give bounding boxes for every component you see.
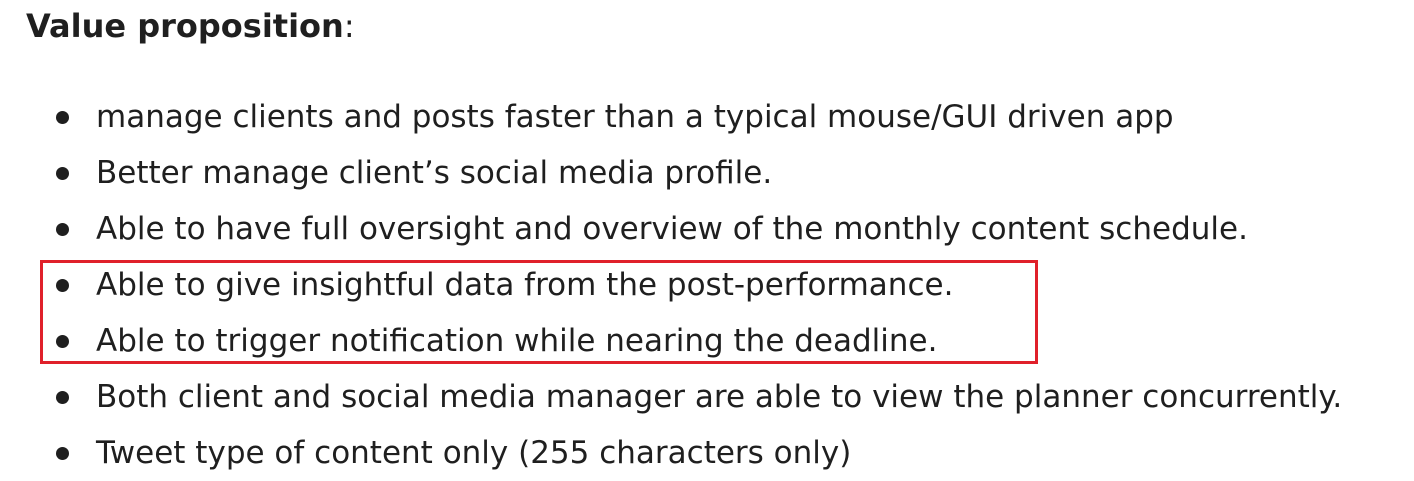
- list-item: manage clients and posts faster than a t…: [0, 89, 1342, 145]
- list-item-text: Both client and social media manager are…: [96, 379, 1343, 415]
- bullet-icon: [56, 111, 69, 124]
- heading-colon: :: [343, 7, 355, 45]
- list-item-text: Able to have full oversight and overview…: [96, 211, 1248, 247]
- bullet-icon: [56, 391, 69, 404]
- list-item-text: Better manage client’s social media prof…: [96, 155, 773, 191]
- list-item-text: manage clients and posts faster than a t…: [96, 99, 1174, 135]
- list-item: Better manage client’s social media prof…: [0, 145, 1342, 201]
- list-item-text: Tweet type of content only (255 characte…: [96, 435, 852, 471]
- highlight-box: [40, 260, 1038, 364]
- section-heading: Value proposition:: [26, 4, 355, 48]
- list-item: Able to have full oversight and overview…: [0, 201, 1342, 257]
- list-item: Both client and social media manager are…: [0, 369, 1342, 425]
- heading-label: Value proposition: [26, 7, 344, 45]
- bullet-icon: [56, 447, 69, 460]
- list-item: Tweet type of content only (255 characte…: [0, 425, 1342, 481]
- bullet-icon: [56, 167, 69, 180]
- bullet-icon: [56, 223, 69, 236]
